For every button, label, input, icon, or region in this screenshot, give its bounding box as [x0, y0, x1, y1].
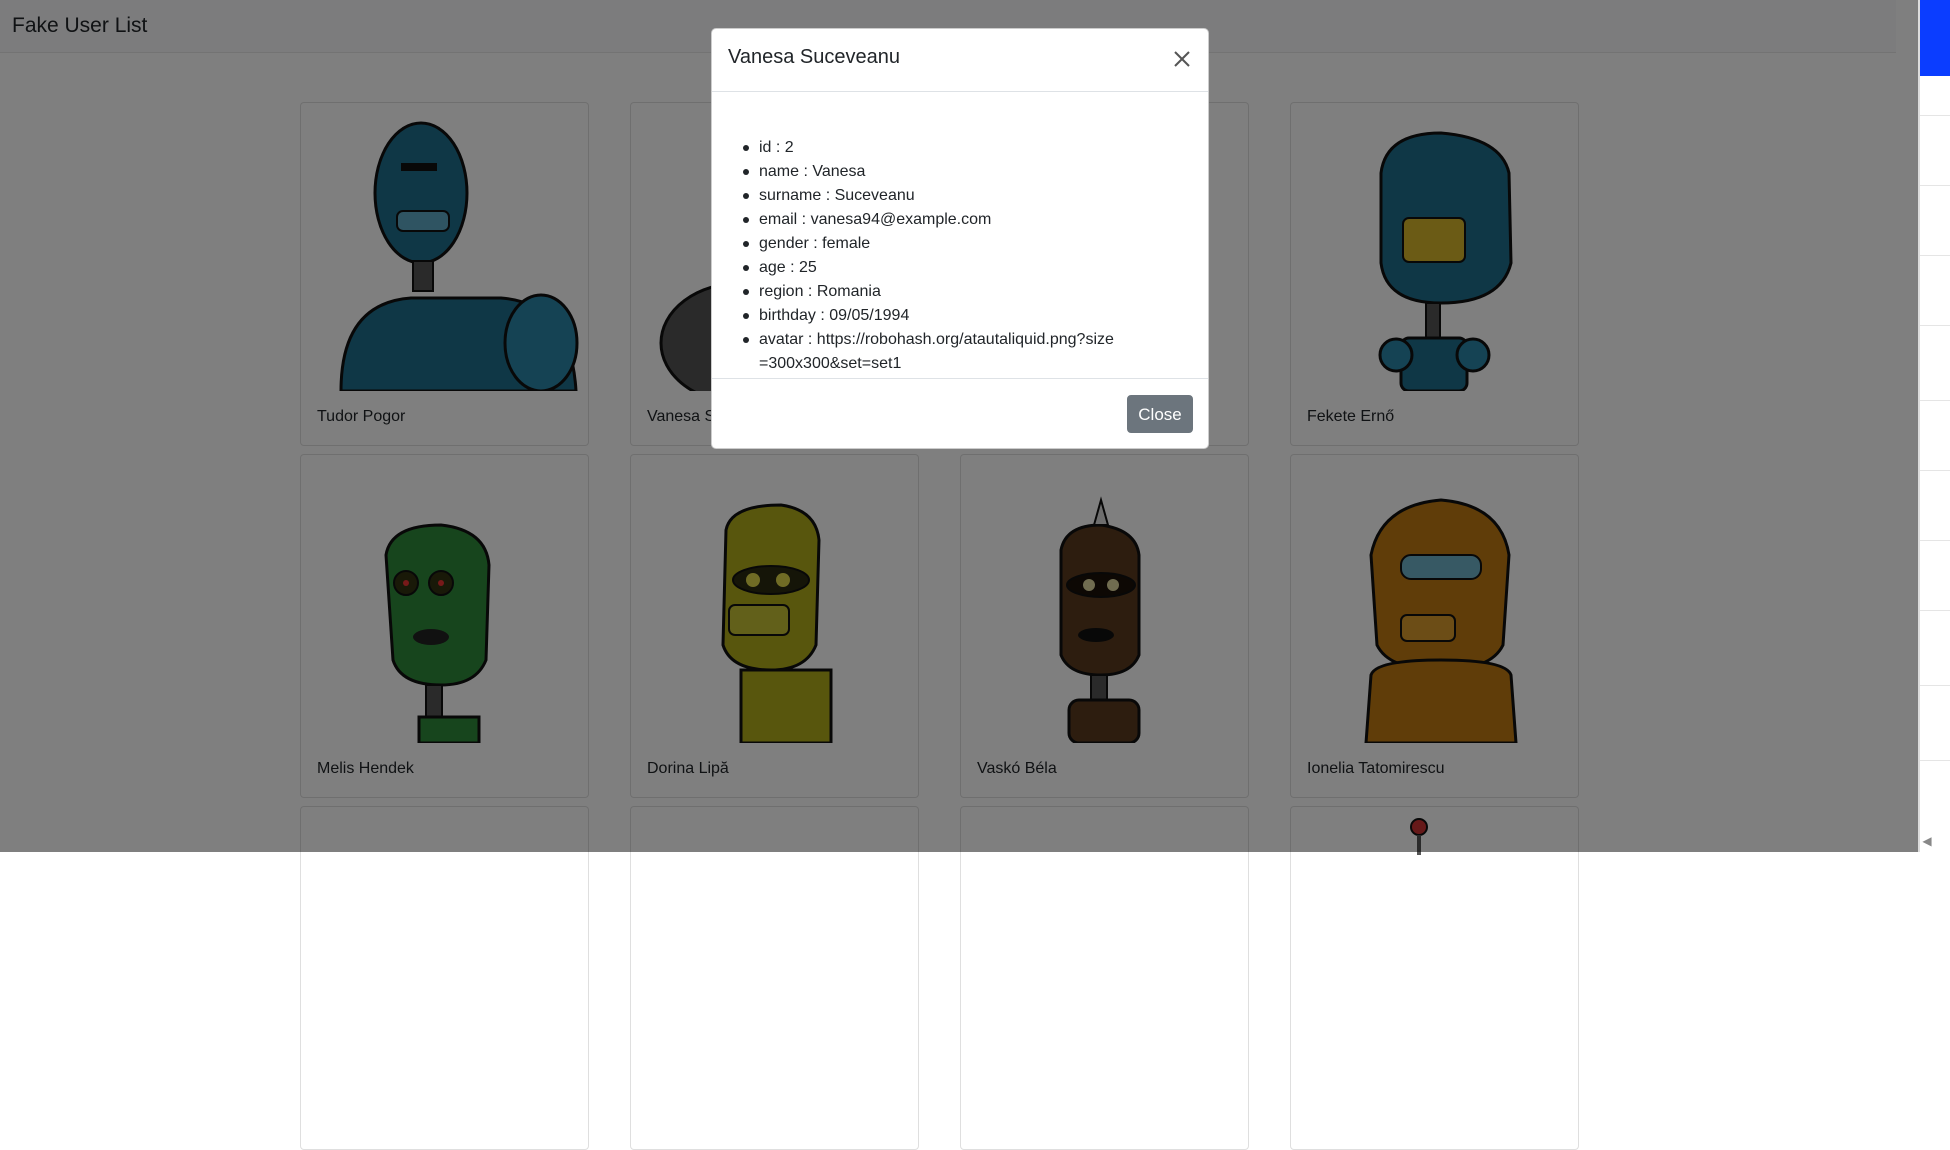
close-button[interactable]: Close	[1127, 395, 1193, 433]
divider	[1920, 255, 1950, 256]
divider	[1920, 760, 1950, 761]
divider	[1920, 470, 1950, 471]
detail-name: name : Vanesa	[743, 160, 1179, 184]
modal-header: Vanesa Suceveanu	[712, 29, 1208, 92]
user-details-modal: Vanesa Suceveanu id : 2 name : Vanesa su…	[711, 28, 1209, 449]
accent-block	[1920, 0, 1950, 76]
user-card[interactable]	[960, 806, 1249, 1150]
modal-body: id : 2 name : Vanesa surname : Suceveanu…	[712, 92, 1208, 377]
side-panel	[1918, 0, 1950, 852]
detail-email: email : vanesa94@example.com	[743, 208, 1179, 232]
divider	[1920, 540, 1950, 541]
detail-gender: gender : female	[743, 232, 1179, 256]
detail-surname: surname : Suceveanu	[743, 184, 1179, 208]
user-card[interactable]	[1290, 806, 1579, 1150]
divider	[1920, 400, 1950, 401]
divider	[1920, 325, 1950, 326]
modal-footer: Close	[712, 378, 1208, 449]
divider	[1920, 610, 1950, 611]
divider	[1920, 685, 1950, 686]
user-card[interactable]	[630, 806, 919, 1150]
modal-title: Vanesa Suceveanu	[728, 46, 900, 68]
detail-avatar: avatar : https://robohash.org/atautaliqu…	[743, 328, 1119, 376]
close-icon[interactable]	[1172, 49, 1192, 69]
user-card[interactable]	[300, 806, 589, 1150]
detail-birthday: birthday : 09/05/1994	[743, 304, 1179, 328]
detail-age: age : 25	[743, 256, 1179, 280]
divider	[1920, 115, 1950, 116]
detail-region: region : Romania	[743, 280, 1179, 304]
divider	[1920, 185, 1950, 186]
detail-id: id : 2	[743, 136, 1179, 160]
scroll-left-arrow-icon[interactable]: ◀	[1920, 832, 1934, 850]
vertical-scrollbar[interactable]	[1918, 0, 1920, 852]
user-detail-list: id : 2 name : Vanesa surname : Suceveanu…	[743, 136, 1179, 376]
